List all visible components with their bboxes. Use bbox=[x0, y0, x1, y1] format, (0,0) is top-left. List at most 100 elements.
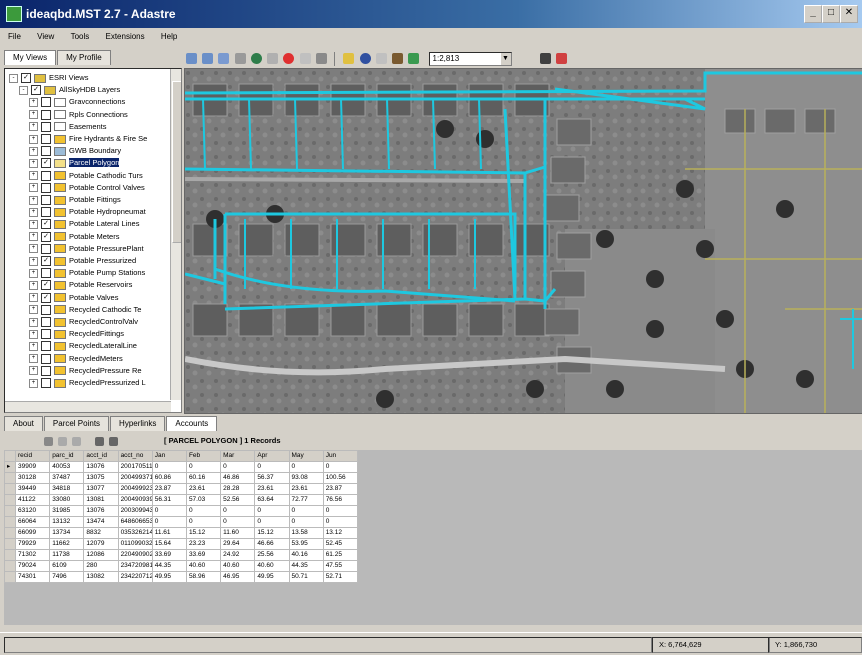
layer-checkbox[interactable] bbox=[41, 170, 51, 181]
layer-checkbox[interactable] bbox=[41, 207, 51, 218]
expand-icon[interactable]: + bbox=[29, 268, 38, 278]
table-row[interactable]: 66099137348832035326214711.6115.1211.601… bbox=[4, 527, 359, 539]
expand-icon[interactable]: + bbox=[29, 207, 38, 217]
tree-item[interactable]: + ✓ Parcel Polygon bbox=[29, 157, 120, 169]
layer-checkbox[interactable]: ✓ bbox=[21, 73, 31, 84]
expand-icon[interactable]: + bbox=[29, 158, 38, 168]
layer-checkbox[interactable]: ✓ bbox=[31, 85, 41, 96]
pan-icon[interactable] bbox=[234, 53, 246, 64]
layer-checkbox[interactable] bbox=[41, 365, 51, 376]
layer-checkbox[interactable]: ✓ bbox=[41, 292, 51, 303]
print-icon[interactable] bbox=[315, 53, 327, 64]
tree-item[interactable]: + RecycledControlValv bbox=[29, 316, 138, 328]
export-icon[interactable] bbox=[72, 437, 82, 446]
layer-checkbox[interactable]: ✓ bbox=[41, 158, 51, 169]
tree-item[interactable]: + RecycledMeters bbox=[29, 353, 123, 364]
tree-item[interactable]: + Rpls Connections bbox=[29, 109, 128, 120]
tree-scroll-thumb[interactable] bbox=[172, 81, 181, 243]
layers-icon[interactable] bbox=[408, 53, 420, 64]
select-box-icon[interactable] bbox=[299, 53, 311, 64]
zoom-extent-icon[interactable] bbox=[218, 53, 230, 64]
expand-icon[interactable]: + bbox=[29, 244, 38, 254]
layer-checkbox[interactable] bbox=[41, 268, 51, 279]
row-selector[interactable] bbox=[4, 483, 16, 495]
tree-item[interactable]: + Potable Hydropneumat bbox=[29, 206, 146, 218]
row-selector[interactable] bbox=[4, 560, 16, 572]
tree-item[interactable]: + Potable Fittings bbox=[29, 194, 121, 206]
tree-item[interactable]: + Potable Pump Stations bbox=[29, 267, 145, 279]
expand-icon[interactable]: + bbox=[29, 134, 38, 144]
table-row[interactable]: 6606413132134746486066537000000 bbox=[4, 516, 359, 528]
tree-item[interactable]: - ✓ ESRI Views bbox=[9, 72, 88, 84]
row-selector[interactable] bbox=[4, 472, 16, 484]
tree-item[interactable]: + Recycled Cathodic Te bbox=[29, 304, 141, 315]
expand-icon[interactable]: + bbox=[29, 354, 38, 364]
tree-item[interactable]: + Easements bbox=[29, 121, 107, 132]
folder-icon[interactable] bbox=[343, 53, 355, 64]
chevron-down-icon[interactable]: ▼ bbox=[500, 53, 511, 65]
table-row[interactable]: 301283748713075200499371460.8660.1646.86… bbox=[4, 472, 359, 484]
tree-item[interactable]: + RecycledPressure Re bbox=[29, 365, 142, 376]
column-header[interactable]: Mar bbox=[220, 450, 256, 462]
row-selector[interactable] bbox=[4, 505, 16, 517]
tree-item[interactable]: + RecycledPressurized L bbox=[29, 377, 146, 389]
tab-about[interactable]: About bbox=[4, 416, 43, 431]
binoculars-icon[interactable] bbox=[539, 53, 551, 64]
scale-dropdown[interactable]: 1:2,813 ▼ bbox=[428, 52, 512, 66]
layer-checkbox[interactable] bbox=[41, 378, 51, 389]
table-row[interactable]: 790246109280234720981844.3540.6040.6040.… bbox=[4, 560, 359, 572]
tab-my-views[interactable]: My Views bbox=[4, 50, 57, 65]
layer-checkbox[interactable] bbox=[41, 97, 51, 108]
menu-help[interactable]: Help bbox=[161, 32, 177, 41]
tree-item[interactable]: + Potable PressurePlant bbox=[29, 243, 144, 254]
table-icon[interactable] bbox=[94, 437, 104, 446]
layer-checkbox[interactable] bbox=[41, 353, 51, 364]
layer-checkbox[interactable] bbox=[41, 109, 51, 120]
layer-checkbox[interactable]: ✓ bbox=[41, 280, 51, 291]
layer-checkbox[interactable] bbox=[41, 134, 51, 145]
column-header[interactable]: Jun bbox=[322, 450, 359, 462]
tab-hyperlinks[interactable]: Hyperlinks bbox=[110, 416, 166, 431]
info-icon[interactable] bbox=[359, 53, 371, 64]
table-row[interactable]: 74301749613082234220712349.9558.9646.954… bbox=[4, 571, 359, 583]
expand-icon[interactable]: + bbox=[29, 329, 38, 339]
map-view[interactable] bbox=[184, 68, 862, 414]
layer-checkbox[interactable] bbox=[41, 146, 51, 157]
layer-checkbox[interactable] bbox=[41, 121, 51, 132]
layer-checkbox[interactable] bbox=[41, 304, 51, 315]
zoom-in-icon[interactable] bbox=[186, 53, 197, 64]
row-selector[interactable] bbox=[4, 538, 16, 550]
tree-item[interactable]: + Fire Hydrants & Fire Se bbox=[29, 133, 147, 145]
tree-item[interactable]: + ✓ Potable Meters bbox=[29, 231, 119, 242]
row-selector[interactable]: ▸ bbox=[4, 461, 16, 473]
expand-icon[interactable]: + bbox=[29, 146, 38, 156]
tree-item[interactable]: + ✓ Potable Pressurized bbox=[29, 255, 136, 267]
layer-checkbox[interactable]: ✓ bbox=[41, 219, 51, 230]
expand-icon[interactable]: + bbox=[29, 122, 38, 132]
tree-item[interactable]: + GWB Boundary bbox=[29, 145, 121, 157]
filter-icon[interactable] bbox=[44, 437, 53, 446]
collapse-icon[interactable]: - bbox=[19, 85, 28, 95]
tab-parcel-points[interactable]: Parcel Points bbox=[43, 416, 110, 431]
menu-tools[interactable]: Tools bbox=[71, 32, 90, 41]
tree-item[interactable]: + ✓ Potable Valves bbox=[29, 292, 118, 303]
row-selector[interactable] bbox=[4, 549, 16, 561]
table-row[interactable]: 394493481813077200499923523.8723.6128.28… bbox=[4, 483, 359, 495]
minimize-button[interactable]: _ bbox=[804, 5, 822, 23]
menu-extensions[interactable]: Extensions bbox=[105, 32, 144, 41]
refresh-icon[interactable] bbox=[58, 437, 68, 446]
expand-icon[interactable]: + bbox=[29, 171, 38, 181]
map-canvas[interactable] bbox=[185, 69, 862, 413]
expand-icon[interactable]: + bbox=[29, 232, 38, 242]
tree-item[interactable]: + Gravconnections bbox=[29, 96, 125, 108]
tab-accounts[interactable]: Accounts bbox=[166, 416, 218, 431]
tree-item[interactable]: + ✓ Potable Reservoirs bbox=[29, 279, 132, 291]
tab-my-profile[interactable]: My Profile bbox=[57, 50, 111, 65]
maximize-button[interactable]: □ bbox=[822, 5, 840, 23]
layer-checkbox[interactable] bbox=[41, 317, 51, 328]
expand-icon[interactable]: + bbox=[29, 219, 38, 229]
layer-checkbox[interactable] bbox=[41, 182, 51, 193]
expand-icon[interactable]: + bbox=[29, 305, 38, 315]
measure-icon[interactable] bbox=[375, 53, 387, 64]
layer-checkbox[interactable] bbox=[41, 341, 51, 352]
